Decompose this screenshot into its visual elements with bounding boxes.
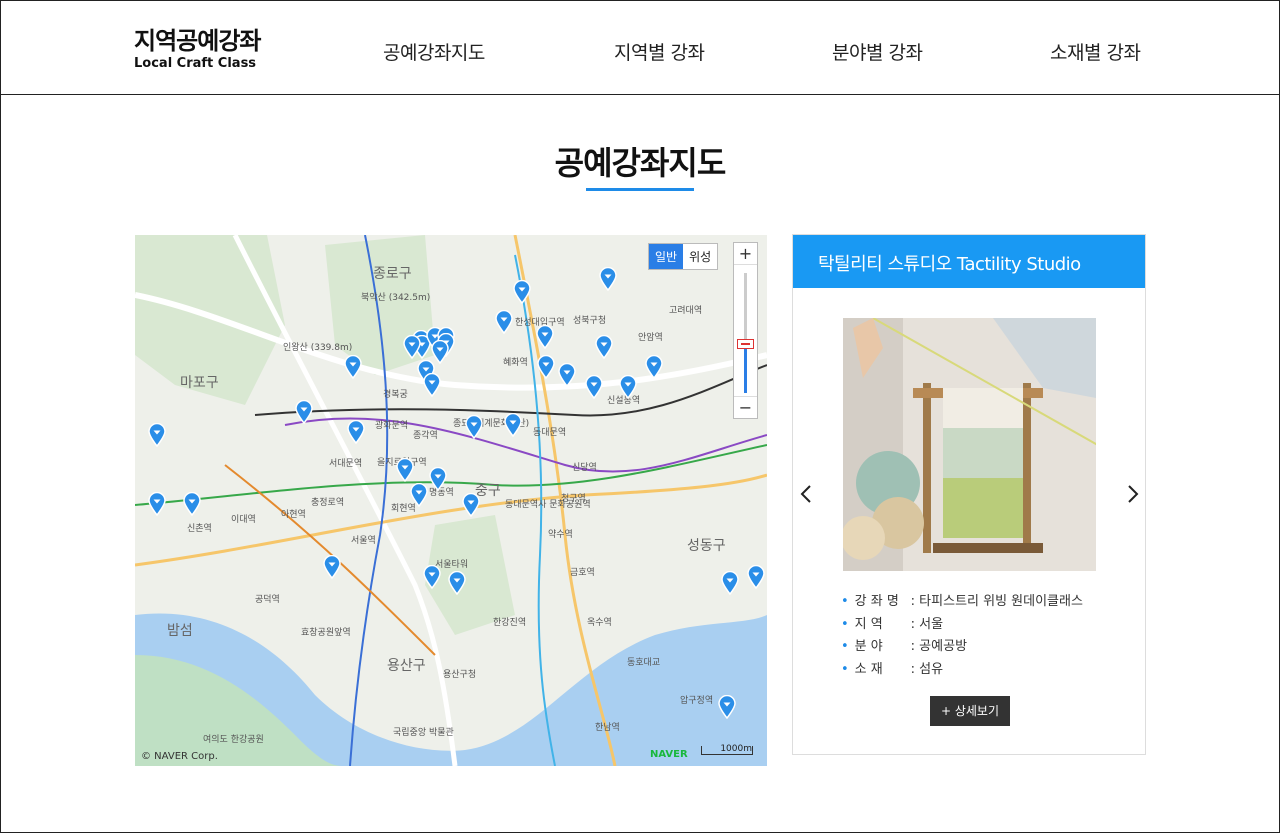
- map-marker-icon[interactable]: [747, 564, 765, 590]
- map-label: 동대문역: [533, 428, 567, 438]
- map-label: 경복궁: [383, 390, 408, 400]
- map-marker-icon[interactable]: [599, 266, 617, 292]
- nav-by-region[interactable]: 지역별 강좌: [614, 38, 705, 65]
- zoom-slider-handle[interactable]: [737, 339, 754, 349]
- map-label: 동호대교: [627, 658, 661, 668]
- map-label: 충정로역: [311, 498, 345, 508]
- nav-by-field[interactable]: 분야별 강좌: [832, 38, 923, 65]
- map-marker-icon[interactable]: [504, 412, 522, 438]
- info-material: • 소 재: 섬유: [841, 661, 944, 677]
- map-marker-icon[interactable]: [465, 414, 483, 440]
- site-header: 지역공예강좌 Local Craft Class 공예강좌지도 지역별 강좌 분…: [0, 0, 1280, 95]
- map-marker-icon[interactable]: [423, 564, 441, 590]
- map-type-normal[interactable]: 일반: [649, 244, 684, 269]
- map-label: 서울역: [351, 536, 376, 546]
- map-label: 용산구청: [443, 670, 477, 680]
- map-marker-icon[interactable]: [148, 491, 166, 517]
- map-marker-icon[interactable]: [347, 419, 365, 445]
- map-label: 이대역: [231, 515, 256, 525]
- class-info-list: • 강 좌 명: 타피스트리 위빙 원데이클래스 • 지 역: 서울 • 분 야: 공…: [841, 590, 1083, 680]
- map-marker-icon[interactable]: [558, 362, 576, 388]
- map-marker-icon[interactable]: [396, 457, 414, 483]
- map-label: 광화문역: [375, 421, 409, 431]
- nav-craft-map[interactable]: 공예강좌지도: [383, 38, 485, 65]
- map-marker-icon[interactable]: [495, 309, 513, 335]
- nav-by-material[interactable]: 소재별 강좌: [1050, 38, 1141, 65]
- map-label: 성동구: [687, 538, 726, 554]
- map-label: 옥수역: [587, 618, 612, 628]
- info-field: • 분 야: 공예공방: [841, 639, 968, 654]
- map-label: 밤섬: [167, 623, 193, 639]
- map-label: 약수역: [548, 530, 573, 540]
- zoom-in-button[interactable]: +: [734, 243, 757, 265]
- map-label: 용산구: [387, 658, 426, 674]
- map-marker-icon[interactable]: [295, 399, 313, 425]
- map-label: 종각역: [413, 431, 438, 441]
- map-marker-icon[interactable]: [323, 554, 341, 580]
- map-marker-icon[interactable]: [645, 354, 663, 380]
- zoom-out-button[interactable]: −: [734, 396, 757, 418]
- map-label: 공덕역: [255, 595, 280, 605]
- craft-map[interactable]: 종로구 중구 성동구 용산구 마포구 북악산 (342.5m) 인왕산 (339…: [135, 235, 767, 766]
- map-label: 혜화역: [503, 358, 528, 368]
- map-label: 금호역: [570, 568, 595, 578]
- map-label: 효창공원앞역: [301, 628, 351, 638]
- map-marker-icon[interactable]: [462, 492, 480, 518]
- map-marker-icon[interactable]: [595, 334, 613, 360]
- map-scale: 1000m: [701, 745, 753, 755]
- map-type-toggle: 일반 위성: [648, 243, 719, 270]
- map-label: 종로구: [373, 266, 412, 282]
- class-info-panel: 탁틸리티 스튜디오 Tactility Studio • 강 좌 명: 타피스트리…: [792, 234, 1146, 755]
- map-label: 고려대역: [669, 306, 703, 316]
- map-label: 안암역: [638, 333, 663, 343]
- map-label: 동대문역사 문화공원역: [505, 500, 591, 510]
- logo-korean: 지역공예강좌: [134, 27, 261, 55]
- class-photo[interactable]: [843, 318, 1096, 571]
- map-label: 아현역: [281, 510, 306, 520]
- map-marker-icon[interactable]: [718, 694, 736, 720]
- map-label: 한남역: [595, 723, 620, 733]
- map-marker-icon[interactable]: [344, 354, 362, 380]
- map-label: 신당역: [572, 463, 597, 473]
- map-marker-icon[interactable]: [585, 374, 603, 400]
- map-label: 인왕산 (339.8m): [283, 343, 353, 353]
- map-label: 성북구청: [573, 316, 607, 326]
- map-marker-icon[interactable]: [513, 279, 531, 305]
- map-marker-icon[interactable]: [448, 570, 466, 596]
- map-type-satellite[interactable]: 위성: [683, 244, 717, 269]
- info-region: • 지 역: 서울: [841, 616, 944, 632]
- map-marker-icon[interactable]: [183, 491, 201, 517]
- map-label: 마포구: [180, 375, 219, 391]
- map-marker-icon[interactable]: [423, 372, 441, 398]
- map-marker-icon[interactable]: [403, 334, 421, 360]
- map-marker-icon[interactable]: [619, 374, 637, 400]
- page-title: 공예강좌지도: [554, 144, 727, 182]
- map-label: 북악산 (342.5m): [361, 293, 431, 303]
- detail-button[interactable]: + 상세보기: [930, 696, 1010, 726]
- logo-english: Local Craft Class: [134, 56, 257, 71]
- title-underline: [586, 188, 694, 191]
- map-marker-icon[interactable]: [429, 466, 447, 492]
- chevron-left-icon[interactable]: [799, 483, 813, 511]
- naver-logo: NAVER: [650, 749, 688, 760]
- map-label: 압구정역: [680, 696, 714, 706]
- map-marker-icon[interactable]: [537, 354, 555, 380]
- map-label: 서대문역: [329, 459, 363, 469]
- map-marker-icon[interactable]: [536, 324, 554, 350]
- map-marker-icon[interactable]: [148, 422, 166, 448]
- map-marker-icon[interactable]: [721, 570, 739, 596]
- logo[interactable]: 지역공예강좌 Local Craft Class: [134, 26, 261, 72]
- map-marker-icon[interactable]: [410, 482, 428, 508]
- map-label: 신촌역: [187, 524, 212, 534]
- info-class-name: • 강 좌 명: 타피스트리 위빙 원데이클래스: [841, 594, 1083, 609]
- map-label: 국립중앙 박물관: [393, 728, 454, 738]
- map-label: 여의도 한강공원: [203, 735, 264, 745]
- map-copyright: © NAVER Corp.: [141, 751, 218, 762]
- zoom-control: + −: [733, 242, 758, 419]
- panel-title: 탁틸리티 스튜디오 Tactility Studio: [793, 235, 1145, 288]
- chevron-right-icon[interactable]: [1126, 483, 1140, 511]
- map-label: 한강진역: [493, 618, 527, 628]
